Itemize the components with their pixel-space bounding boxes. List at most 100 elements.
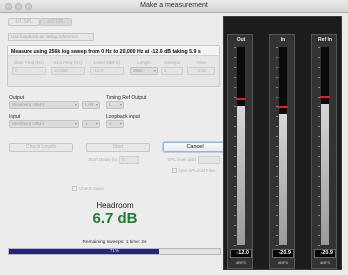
meter-scale-tick [318, 66, 320, 68]
meter-scale-tick [318, 195, 320, 197]
meter-scale-tick [234, 86, 236, 88]
check-open-checkbox[interactable] [72, 186, 77, 191]
output-device-value: Steinberg UR44 [12, 102, 45, 107]
start-delay-label: Start Delay (s) [88, 157, 117, 162]
window-title: Make a measurement [140, 2, 208, 9]
loopback-input-select[interactable]: 2 ▾ [106, 120, 124, 128]
time-label: Time [196, 60, 206, 65]
chevron-down-icon: ▾ [74, 121, 77, 126]
meter-scale-tick [276, 86, 278, 88]
meter-scale-tick [276, 215, 278, 217]
meter-in-track [276, 47, 288, 246]
meter-scale-tick [234, 185, 236, 187]
loopback-input-value: 2 [109, 121, 112, 126]
meter-scale-tick [318, 245, 320, 246]
meter-scale-tick [234, 155, 236, 157]
start-button[interactable]: Start [86, 143, 150, 152]
meter-scale-tick [276, 116, 278, 118]
meter-scale-tick [318, 185, 320, 187]
meter-scale-tick [276, 76, 278, 78]
meter-scale-tick [234, 146, 236, 147]
meter-scale-tick [276, 195, 278, 197]
spl-level-field[interactable] [198, 156, 220, 164]
meter-ref-in-value: -20.9 [314, 249, 336, 258]
meter-scale-tick [318, 155, 320, 157]
meter-scale-tick [318, 235, 320, 237]
meter-scale-tick [234, 215, 236, 217]
meter-out-unit: dBFS [235, 260, 246, 265]
meter-scale-tick [318, 146, 320, 147]
chevron-down-icon: ▾ [95, 121, 98, 126]
end-freq-field[interactable]: 20,000 [51, 67, 85, 75]
meter-scale-tick [318, 205, 320, 207]
start-delay-field[interactable]: 0 [119, 156, 139, 164]
meter-scale-tick [276, 106, 278, 108]
meter-scale-tick [234, 66, 236, 68]
output-channel-select[interactable]: L+R ▾ [82, 101, 100, 109]
meter-scale-tick [276, 126, 278, 128]
meter-scale-tick [318, 136, 320, 138]
level-field[interactable]: -12.0 [90, 67, 124, 75]
meter-scale-tick [234, 195, 236, 197]
meter-scale-tick [276, 245, 278, 246]
chevron-down-icon: ▾ [153, 68, 156, 73]
meter-scale-tick [276, 66, 278, 68]
meter-scale-tick [234, 225, 236, 227]
spl-level-label: SPL level (dB) [167, 157, 196, 162]
meter-scale-tick [318, 175, 320, 177]
length-label: Length [137, 60, 151, 65]
meter-scale-tick [318, 106, 320, 108]
meter-scale-tick [276, 96, 278, 98]
input-channel-value: 1 [85, 121, 88, 126]
meter-scale-tick [318, 76, 320, 78]
meter-scale-tick [234, 47, 236, 48]
chevron-down-icon: ▾ [74, 102, 77, 107]
sweeps-field[interactable]: 1 [161, 67, 183, 75]
meter-scale-tick [276, 205, 278, 207]
cancel-button[interactable]: Cancel [163, 142, 227, 152]
meter-ref-in-peak [320, 96, 330, 99]
check-levels-button[interactable]: Check Levels [9, 143, 73, 152]
meter-scale-tick [276, 155, 278, 157]
meter-scale-tick [234, 205, 236, 207]
length-select[interactable]: 256k ▾ [130, 67, 158, 75]
meter-scale-tick [318, 116, 320, 118]
end-freq-label: End Freq (Hz) [53, 60, 83, 65]
meter-scale-tick [276, 175, 278, 177]
meter-out-peak [236, 98, 246, 101]
time-field: 5.9s [187, 67, 215, 75]
headroom-label: Headroom [96, 201, 134, 210]
meter-scale-tick [318, 225, 320, 227]
meter-scale-tick [276, 235, 278, 237]
meter-out-label: Out [236, 37, 246, 43]
start-freq-label: Start Freq (Hz) [14, 60, 44, 65]
timing-ref-output-select[interactable]: L ▾ [106, 101, 124, 109]
meter-ref-in-unit: dBFS [319, 260, 330, 265]
level-label: Level (dBFS) [93, 60, 121, 65]
start-freq-field[interactable]: 0 [12, 67, 46, 75]
output-device-select[interactable]: Steinberg UR44 ▾ [9, 101, 79, 109]
timing-reference-checkbox[interactable]: Use loopback as timing reference [8, 33, 94, 41]
meter-scale-tick [234, 126, 236, 128]
spl-cal-label: Use SPL/Cal Files [179, 168, 216, 173]
meter-scale-tick [234, 106, 236, 108]
progress-bar: 71% [8, 248, 221, 255]
meter-scale-tick [276, 185, 278, 187]
meter-scale-tick [234, 76, 236, 78]
meter-scale-tick [234, 96, 236, 98]
meter-scale-tick [276, 136, 278, 138]
meter-scale-tick [276, 146, 278, 147]
meter-scale-tick [234, 175, 236, 177]
meter-scale-tick [276, 56, 278, 58]
meter-scale-tick [234, 235, 236, 237]
input-selector-button[interactable]: 1/1 SPL [8, 18, 40, 26]
spl-cal-checkbox[interactable] [172, 168, 177, 173]
output-selector-button[interactable]: 2/2 SPL [40, 18, 72, 26]
meter-scale-tick [318, 86, 320, 88]
meter-scale-tick [318, 47, 320, 48]
input-channel-select[interactable]: 1 ▾ [82, 120, 100, 128]
level-meters-panel: Out -12.0 dBFS In -20.9 dBFS Ref In -20.… [223, 16, 342, 270]
timing-ref-output-value: L [109, 102, 112, 107]
input-device-select[interactable]: Steinberg UR44 ▾ [9, 120, 79, 128]
meter-out-value: -12.0 [230, 249, 252, 258]
